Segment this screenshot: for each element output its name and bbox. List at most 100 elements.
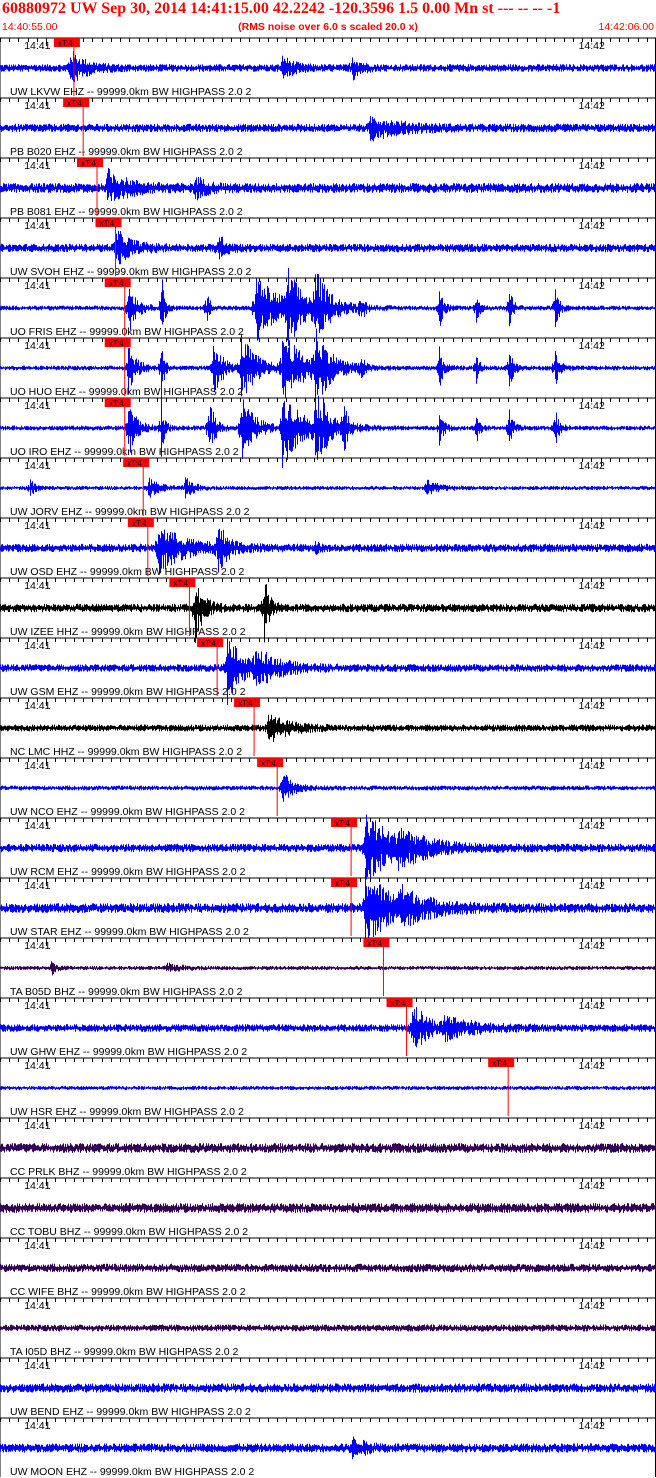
pick-label: xT:4 (173, 579, 188, 588)
trace-19: 14:41 14:42 CC TOBU BHZ -- 99999.0km BW HI… (0, 1180, 656, 1238)
tick-label: 14:42 (579, 580, 605, 592)
trace-17: 14:41 14:42 UW HSR EHZ -- 99999.0km BW HIG… (0, 1058, 656, 1118)
pick-label: xT:4 (109, 339, 124, 348)
pick-label: xT:4 (238, 699, 253, 708)
trace-18: 14:41 14:42 CC PRLK BHZ -- 99999.0km BW HI… (0, 1120, 656, 1178)
tick-label: 14:41 (24, 1360, 50, 1372)
tick-label: 14:41 (24, 940, 50, 952)
pick-label: xT:4 (81, 159, 96, 168)
pick-label: xT:4 (132, 519, 147, 528)
tick-label: 14:41 (24, 100, 50, 112)
station-label: UW SVOH EHZ -- 99999.0km BW HIGHPASS 2.0… (10, 266, 252, 278)
tick-label: 14:42 (579, 520, 605, 532)
trace-4: 14:41 14:42 UO FRIS EHZ -- 99999.0km BW HI… (0, 267, 656, 346)
trace-20: 14:41 14:42 CC WIFE BHZ -- 99999.0km BW HI… (0, 1240, 656, 1298)
tick-label: 14:42 (579, 160, 605, 172)
tick-label: 14:42 (579, 1120, 605, 1132)
tick-label: 14:42 (579, 280, 605, 292)
trace-21: 14:41 14:42 TA I05D BHZ -- 99999.0km BW HI… (0, 1300, 656, 1358)
trace-16: 14:41 14:42 UW GHW EHZ -- 99999.0km BW HIG… (0, 998, 656, 1058)
station-label: PB B020 EHZ -- 99999.0km BW HIGHPASS 2.0… (10, 146, 243, 158)
pick-label: xT:4 (261, 759, 276, 768)
tick-label: 14:42 (579, 760, 605, 772)
waveform (0, 168, 656, 201)
pick-label: xT:4 (391, 999, 406, 1008)
trace-10: 14:41 14:42 UW GSM EHZ -- 99999.0km BW HIG… (0, 638, 656, 705)
station-label: TA B05D BHZ -- 99999.0km BW HIGHPASS 2.0… (10, 986, 243, 998)
trace-12: 14:41 14:42 UW NCO EHZ -- 99999.0km BW HIG… (0, 758, 656, 818)
pick-label: xT:4 (367, 939, 382, 948)
station-label: UW GHW EHZ -- 99999.0km BW HIGHPASS 2.0 … (10, 1046, 247, 1058)
trace-2: 14:41 14:42 PB B081 EHZ -- 99999.0km BW HI… (0, 158, 656, 218)
tick-label: 14:42 (579, 1300, 605, 1312)
station-label: UW OSD EHZ -- 99999.0km BW HIGHPASS 2.0 … (10, 566, 245, 578)
tick-label: 14:42 (579, 1360, 605, 1372)
tick-label: 14:41 (24, 1420, 50, 1432)
station-label: NC LMC HHZ -- 99999.0km BW HIGHPASS 2.0 … (10, 746, 242, 758)
tick-label: 14:41 (24, 760, 50, 772)
tick-label: 14:42 (579, 880, 605, 892)
tick-label: 14:42 (579, 1060, 605, 1072)
trace-1: 14:41 14:42 PB B020 EHZ -- 99999.0km BW HI… (0, 98, 656, 158)
waveform (0, 116, 656, 142)
station-label: CC WIFE BHZ -- 99999.0km BW HIGHPASS 2.0… (10, 1286, 246, 1298)
tick-label: 14:41 (24, 1180, 50, 1192)
tick-label: 14:42 (579, 820, 605, 832)
tick-label: 14:41 (24, 820, 50, 832)
trace-13: 14:41 14:42 UW RCM EHZ -- 99999.0km BW HIG… (0, 814, 656, 880)
station-label: UO FRIS EHZ -- 99999.0km BW HIGHPASS 2.0… (10, 326, 244, 338)
waveform (0, 51, 656, 83)
tick-label: 14:41 (24, 400, 50, 412)
tick-label: 14:42 (579, 940, 605, 952)
tick-label: 14:42 (579, 460, 605, 472)
station-label: UW BEND EHZ -- 99999.0km BW HIGHPASS 2.0… (10, 1406, 251, 1418)
tick-label: 14:41 (24, 160, 50, 172)
station-label: UW MOON EHZ -- 99999.0km BW HIGHPASS 2.0… (10, 1466, 254, 1478)
trace-11: 14:41 14:42 NC LMC HHZ -- 99999.0km BW HIG… (0, 698, 656, 758)
station-label: UW HSR EHZ -- 99999.0km BW HIGHPASS 2.0 … (10, 1106, 244, 1118)
tick-label: 14:41 (24, 880, 50, 892)
tick-label: 14:41 (24, 700, 50, 712)
trace-5: 14:41 14:42 UO HUO EHZ -- 99999.0km BW HIG… (0, 328, 656, 398)
station-label: UW STAR EHZ -- 99999.0km BW HIGHPASS 2.0… (10, 926, 249, 938)
station-label: CC PRLK BHZ -- 99999.0km BW HIGHPASS 2.0… (10, 1166, 247, 1178)
station-label: UW NCO EHZ -- 99999.0km BW HIGHPASS 2.0 … (10, 806, 245, 818)
pick-label: xT:4 (335, 819, 350, 828)
tick-label: 14:42 (579, 700, 605, 712)
tick-label: 14:42 (579, 1240, 605, 1252)
tick-label: 14:42 (579, 40, 605, 52)
pick-label: xT:4 (99, 219, 114, 228)
station-label: UW IZEE HHZ -- 99999.0km BW HIGHPASS 2.0… (10, 626, 246, 638)
pick-label: xT:4 (67, 99, 82, 108)
tick-label: 14:42 (579, 1420, 605, 1432)
tick-label: 14:41 (24, 580, 50, 592)
tick-label: 14:41 (24, 640, 50, 652)
trace-23: 14:41 14:42 UW MOON EHZ -- 99999.0km BW HI… (0, 1420, 656, 1478)
tick-label: 14:42 (579, 640, 605, 652)
trace-14: 14:41 14:42 UW STAR EHZ -- 99999.0km BW HI… (0, 868, 656, 947)
station-label: TA I05D BHZ -- 99999.0km BW HIGHPASS 2.0… (10, 1346, 239, 1358)
station-label: UW JORV EHZ -- 99999.0km BW HIGHPASS 2.0… (10, 506, 250, 518)
tick-label: 14:41 (24, 460, 50, 472)
tick-label: 14:41 (24, 280, 50, 292)
station-label: PB B081 EHZ -- 99999.0km BW HIGHPASS 2.0… (10, 206, 243, 218)
station-label: CC TOBU BHZ -- 99999.0km BW HIGHPASS 2.0… (10, 1226, 248, 1238)
waveform (0, 1007, 656, 1048)
pick-label: xT:4 (109, 279, 124, 288)
pick-label: xT:4 (127, 459, 142, 468)
trace-9: 14:41 14:42 UW IZEE HHZ -- 99999.0km BW HI… (0, 578, 656, 643)
pick-label: xT:4 (335, 879, 350, 888)
trace-15: 14:41 14:42 TA B05D BHZ -- 99999.0km BW HI… (0, 938, 656, 998)
waveform (0, 230, 656, 265)
tick-label: 14:41 (24, 1000, 50, 1012)
tick-label: 14:42 (579, 1180, 605, 1192)
pick-label: xT:4 (201, 639, 216, 648)
station-label: UW RCM EHZ -- 99999.0km BW HIGHPASS 2.0 … (10, 866, 246, 878)
tick-label: 14:41 (24, 1060, 50, 1072)
tick-label: 14:41 (24, 520, 50, 532)
pick-label: xT:4 (58, 39, 73, 48)
trace-0: 14:41 14:42 UW LKVW EHZ -- 99999.0km BW HI… (0, 38, 656, 98)
pick-label: xT:4 (109, 399, 124, 408)
trace-7: 14:41 14:42 UW JORV EHZ -- 99999.0km BW HI… (0, 458, 656, 518)
tick-label: 14:41 (24, 1300, 50, 1312)
